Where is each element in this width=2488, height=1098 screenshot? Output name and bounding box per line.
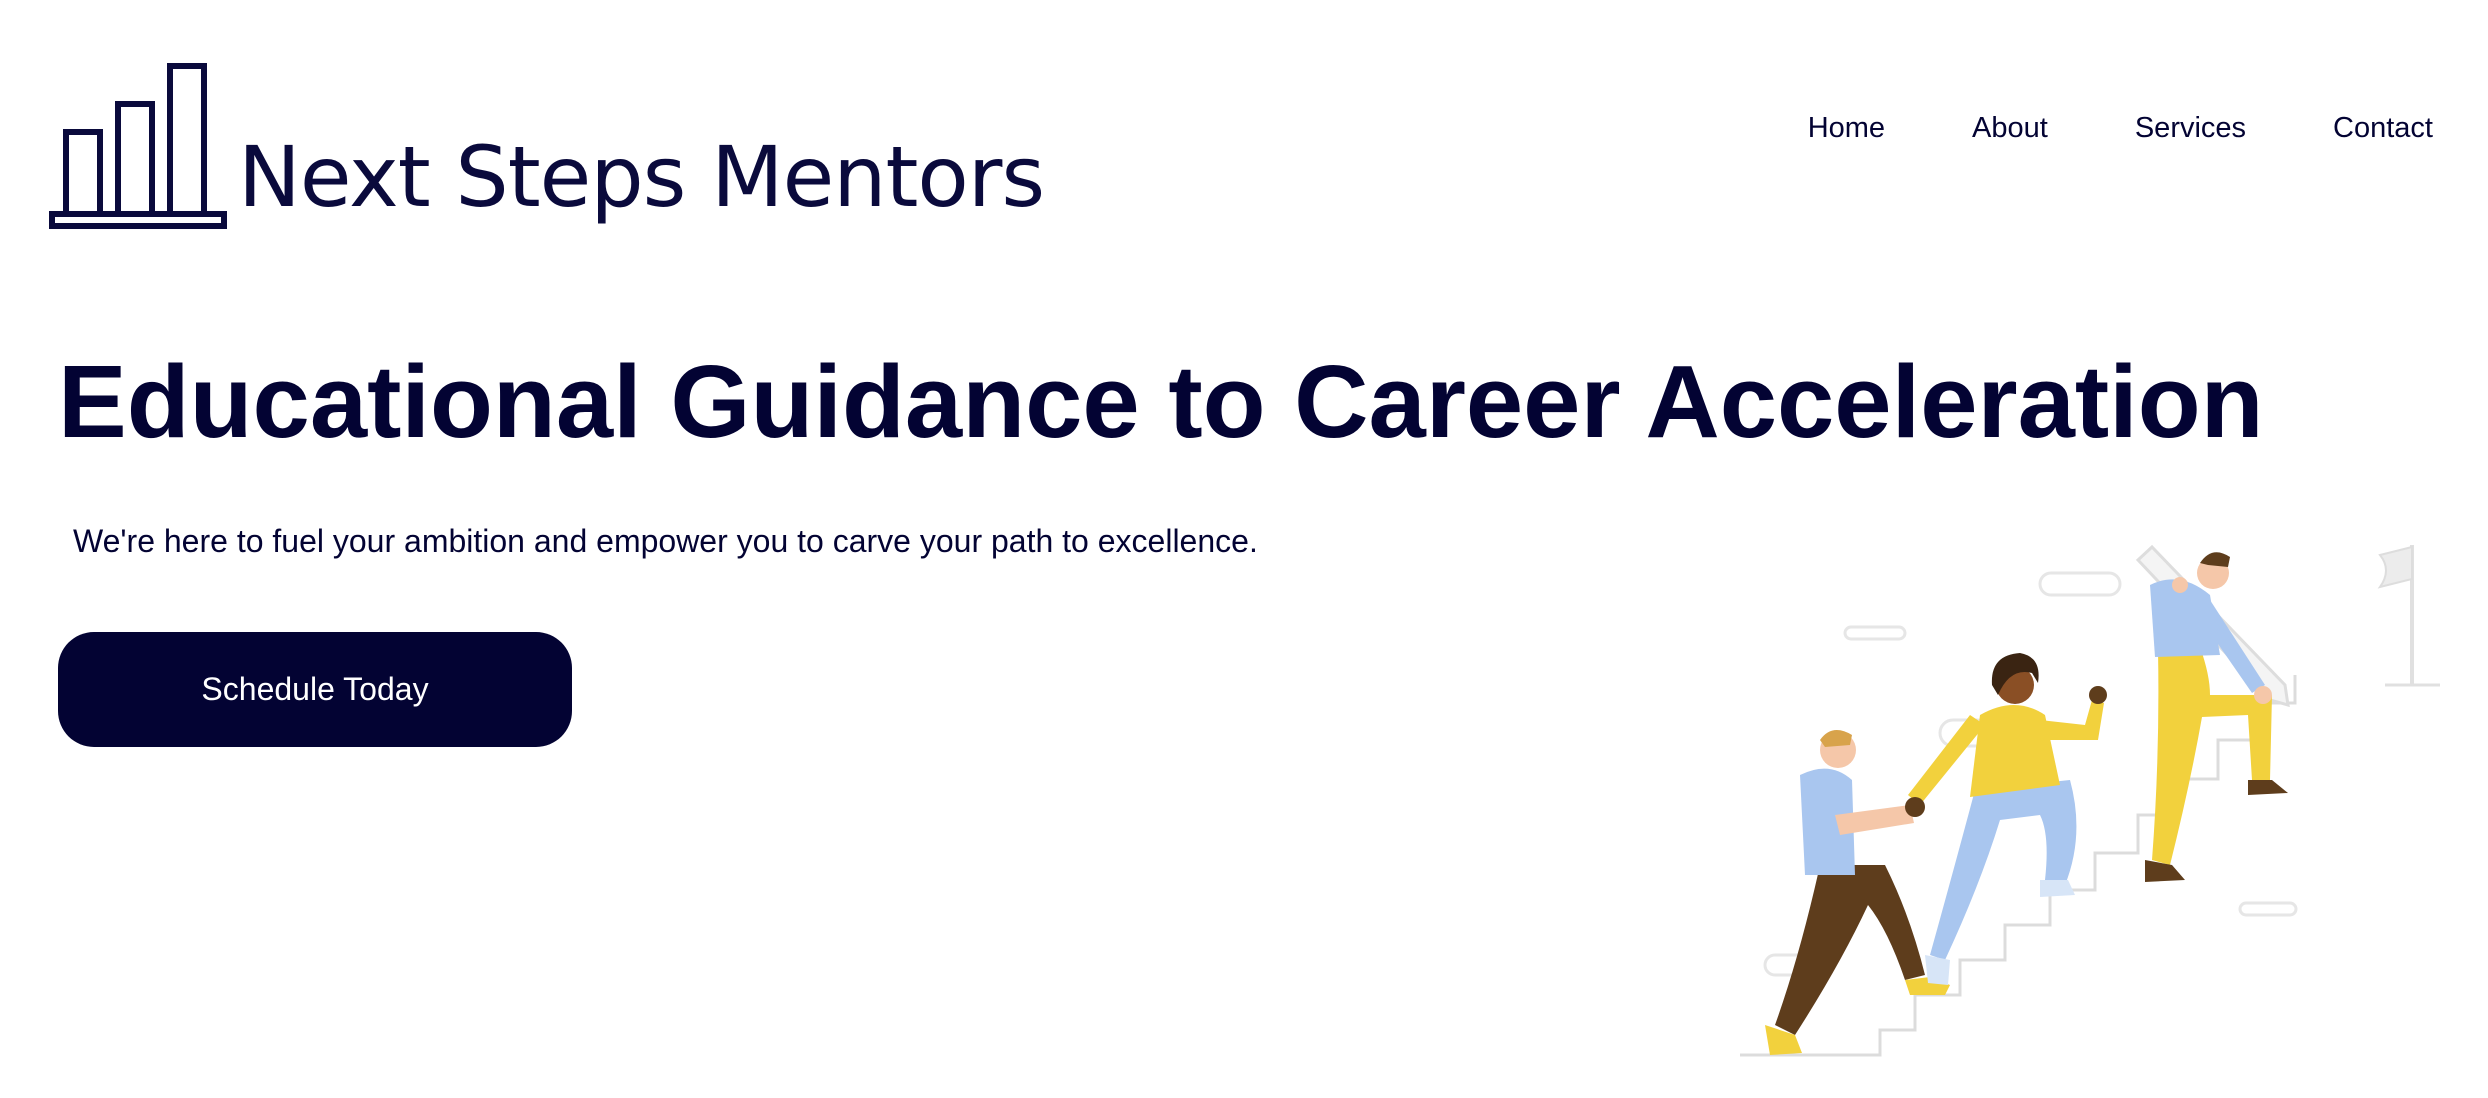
brand-name: Next Steps Mentors (238, 128, 1045, 226)
nav-about[interactable]: About (1972, 112, 2048, 145)
person-back-climber-with-pencil (2135, 544, 2290, 882)
people-climbing-stairs-illustration (1740, 544, 2440, 1057)
main-nav: Home About Services Contact (1808, 112, 2433, 145)
hero-subtitle: We're here to fuel your ambition and emp… (73, 523, 1258, 559)
schedule-today-button[interactable]: Schedule Today (58, 632, 572, 747)
bar-chart-steps-icon (49, 63, 227, 229)
site-logo[interactable]: Next Steps Mentors (48, 60, 1045, 240)
nav-home[interactable]: Home (1808, 112, 1885, 145)
nav-services[interactable]: Services (2135, 112, 2246, 145)
hero-title: Educational Guidance to Career Accelerat… (58, 344, 2264, 459)
nav-contact[interactable]: Contact (2333, 112, 2433, 145)
